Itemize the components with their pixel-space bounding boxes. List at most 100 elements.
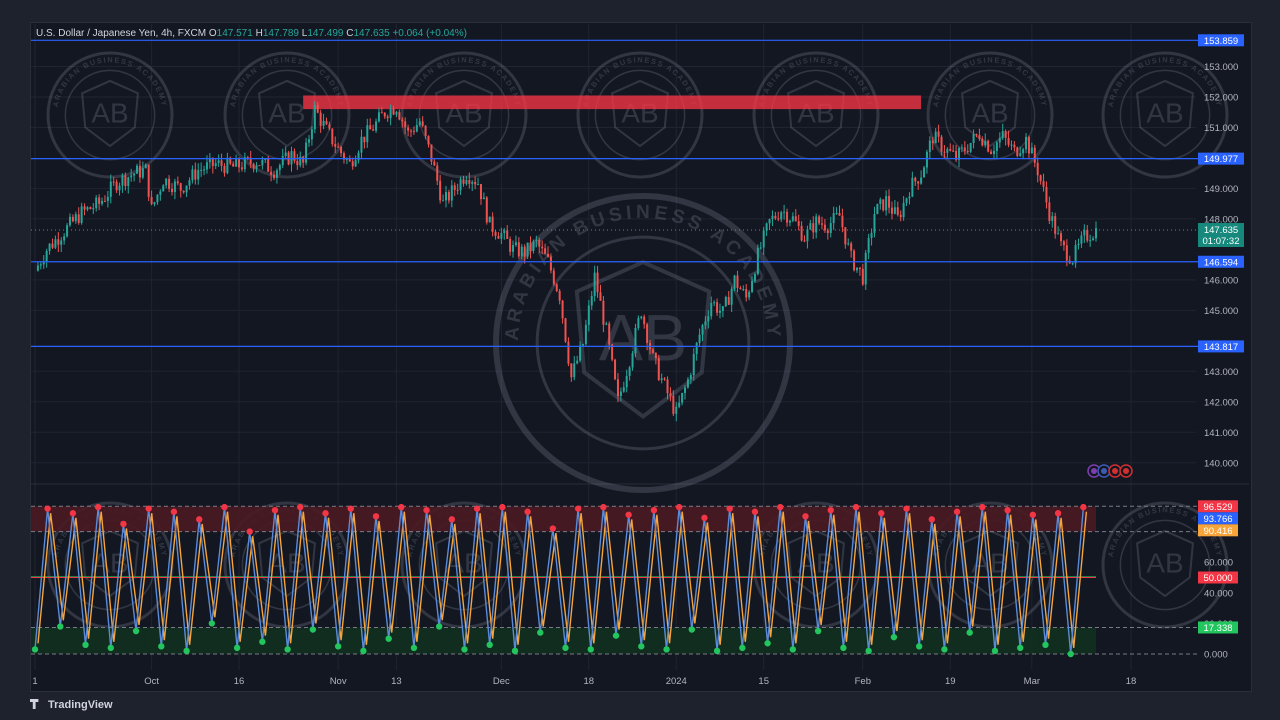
overbought-signal-dot — [473, 505, 481, 512]
candle-body — [853, 250, 856, 271]
tradingview-branding[interactable]: TradingView — [30, 699, 113, 711]
candle-body — [74, 214, 77, 222]
candle-body — [593, 272, 596, 297]
candle-body — [637, 318, 640, 329]
candle-body — [450, 185, 453, 201]
candle-body — [141, 168, 144, 178]
candle-body — [310, 129, 313, 140]
price-tick-label: 149.000 — [1204, 184, 1238, 195]
candle-body — [584, 324, 587, 345]
candle-body — [444, 192, 447, 201]
candle-body — [1019, 153, 1022, 156]
candle-body — [1010, 144, 1013, 146]
time-tick-label: Nov — [330, 676, 347, 687]
time-tick-label: 13 — [391, 676, 402, 687]
candle-body — [392, 108, 395, 115]
overbought-signal-dot — [271, 506, 279, 514]
last-price-label: 147.635 — [1204, 225, 1238, 236]
candle-body — [727, 297, 730, 305]
candle-body — [920, 177, 923, 184]
candle-body — [305, 142, 308, 163]
overbought-signal-dot — [1029, 511, 1037, 518]
oversold-signal-dot — [840, 644, 847, 652]
candle-body — [745, 289, 748, 298]
candle-body — [235, 158, 238, 167]
resistance-zone — [303, 95, 922, 110]
oversold-signal-dot — [410, 644, 418, 652]
oversold-signal-dot — [865, 647, 872, 655]
candle-body — [803, 240, 806, 242]
time-tick-label: Dec — [493, 676, 510, 687]
candle-body — [646, 324, 649, 344]
candle-body — [832, 213, 835, 224]
candle-body — [990, 151, 993, 154]
candle-body — [232, 163, 235, 167]
candle-body — [66, 225, 69, 237]
candle-body — [826, 230, 829, 234]
candle-body — [51, 243, 54, 248]
candle-body — [931, 140, 934, 144]
candle-body — [1045, 186, 1048, 203]
candle-body — [984, 140, 987, 146]
candle-body — [386, 116, 389, 119]
oscillator-value-label: 90.416 — [1203, 526, 1232, 537]
candle-body — [608, 323, 611, 345]
candle-body — [730, 288, 733, 305]
candle-body — [517, 242, 520, 257]
close-value: 147.635 — [353, 28, 390, 39]
symbol-title[interactable]: U.S. Dollar / Japanese Yen, 4h, FXCM — [36, 28, 206, 39]
oversold-signal-dot — [259, 638, 266, 645]
time-tick-label: Oct — [144, 676, 159, 687]
candle-body — [103, 200, 106, 202]
candle-body — [1054, 216, 1057, 234]
candle-body — [797, 221, 800, 226]
candle-body — [366, 125, 369, 143]
candle-body — [876, 203, 879, 215]
candle-body — [567, 341, 570, 364]
watermark-monogram: AB — [599, 302, 687, 376]
candle-body — [573, 363, 576, 378]
candle-body — [479, 184, 482, 200]
countdown-label: 01:07:32 — [1203, 236, 1240, 247]
oversold-signal-dot — [1042, 641, 1049, 649]
candle-body — [48, 243, 51, 251]
candle-body — [925, 151, 928, 168]
overbought-signal-dot — [1080, 503, 1087, 511]
level-price-label: 146.594 — [1204, 257, 1238, 268]
candle-body — [992, 150, 995, 154]
candle-body — [121, 175, 124, 186]
candle-body — [523, 246, 526, 257]
candle-body — [512, 245, 515, 252]
oversold-signal-dot — [284, 646, 291, 653]
candle-body — [39, 264, 42, 266]
overbought-signal-dot — [170, 508, 178, 515]
candle-body — [928, 140, 931, 152]
oscillator-value-label: 50.000 — [1203, 573, 1232, 584]
overbought-signal-dot — [398, 503, 405, 511]
price-tick-label: 148.000 — [1204, 214, 1238, 225]
candle-body — [678, 402, 681, 407]
overbought-signal-dot — [549, 525, 557, 532]
candle-body — [89, 207, 92, 210]
overbought-signal-dot — [979, 503, 986, 511]
overbought-signal-dot — [852, 503, 860, 511]
price-chart[interactable]: ABARABIAN BUSINESS ACADEMY ABARABIAN BUSI… — [0, 0, 1280, 720]
overbought-signal-dot — [347, 505, 354, 512]
candle-body — [273, 174, 276, 179]
candle-body — [191, 169, 194, 181]
watermark-monogram: AB — [1146, 547, 1183, 578]
oversold-signal-dot — [789, 646, 797, 653]
overbought-signal-dot — [675, 503, 683, 511]
candle-body — [1027, 136, 1030, 154]
tradingview-label: TradingView — [48, 699, 113, 711]
candle-body — [800, 225, 803, 241]
candle-body — [975, 134, 978, 136]
oversold-signal-dot — [814, 627, 822, 635]
oscillator-tick-label: 60.000 — [1204, 558, 1233, 569]
candle-body — [68, 216, 71, 226]
level-price-label: 149.977 — [1204, 154, 1238, 165]
candle-body — [841, 215, 844, 228]
candle-body — [555, 284, 558, 292]
candle-body — [80, 206, 83, 223]
tradingview-logo-icon — [30, 699, 39, 709]
